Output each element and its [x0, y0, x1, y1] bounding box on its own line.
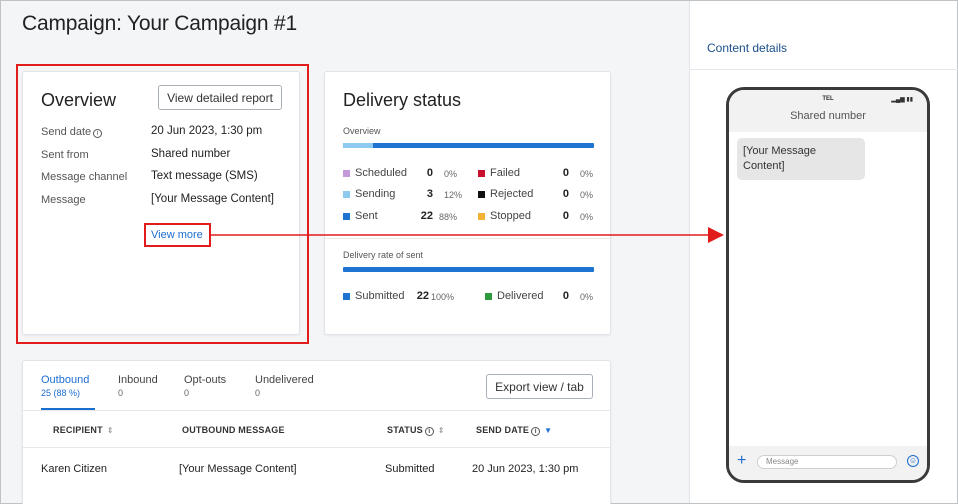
legend-submitted: Submitted [343, 290, 405, 302]
column-outbound-message: OUTBOUND MESSAGE [182, 425, 285, 435]
content-details-title: Content details [707, 41, 788, 55]
sort-icon[interactable]: ⇕ [438, 426, 445, 435]
phone-header: TEL ▂▄▆ ▮▮ Shared number [729, 90, 927, 132]
signal-battery-icon: ▂▄▆ ▮▮ [891, 97, 913, 103]
delivered-pct: 0% [580, 292, 594, 302]
scheduled-swatch [343, 169, 350, 177]
message-cell: [Your Message Content] [179, 463, 297, 475]
sort-desc-icon[interactable]: ▼ [544, 426, 552, 435]
info-icon[interactable]: i [531, 427, 541, 436]
legend-sending: Sending [343, 188, 395, 200]
sending-swatch [343, 190, 350, 198]
delivery-rate-bar [343, 267, 594, 272]
emoji-icon: ☺ [907, 455, 919, 467]
plus-icon: + [737, 452, 747, 469]
failed-count: 0 [562, 167, 569, 179]
divider [325, 238, 610, 239]
rejected-swatch [478, 190, 485, 198]
tab-outbound[interactable]: Outbound 25 (88 %) [41, 374, 89, 398]
content-details-panel: Content details TEL ▂▄▆ ▮▮ Shared number… [689, 1, 958, 503]
scheduled-count: 0 [426, 167, 433, 179]
column-recipient[interactable]: RECIPIENT ⇕ [53, 425, 114, 435]
panel-divider [690, 69, 958, 70]
view-more-highlight-box [144, 223, 211, 247]
scheduled-pct: 0% [444, 169, 458, 179]
tab-inbound[interactable]: Inbound 0 [118, 374, 158, 398]
overview-highlight-box [16, 64, 309, 344]
export-view-button[interactable]: Export view / tab [486, 374, 593, 399]
submitted-pct: 100% [431, 292, 455, 302]
sent-count: 22 [420, 210, 433, 222]
legend-delivered: Delivered [485, 290, 543, 302]
phone-contact-name: Shared number [790, 110, 866, 122]
legend-stopped: Stopped [478, 210, 531, 222]
sending-count: 3 [426, 188, 433, 200]
failed-swatch [478, 169, 485, 177]
delivery-status-card: Delivery status Overview Scheduled 0 0% … [324, 71, 611, 335]
message-bubble: [Your Message Content] [737, 138, 865, 180]
rejected-pct: 0% [580, 190, 594, 200]
tab-opt-outs[interactable]: Opt-outs 0 [184, 374, 226, 398]
legend-rejected: Rejected [478, 188, 533, 200]
stopped-count: 0 [562, 210, 569, 222]
rejected-count: 0 [562, 188, 569, 200]
delivered-swatch [485, 292, 492, 300]
stopped-swatch [478, 212, 485, 220]
sent-pct: 88% [439, 212, 458, 222]
failed-pct: 0% [580, 169, 594, 179]
delivery-status-title: Delivery status [343, 90, 462, 110]
message-input: Message [757, 455, 897, 469]
stopped-pct: 0% [580, 212, 594, 222]
legend-scheduled: Scheduled [343, 167, 407, 179]
submitted-swatch [343, 292, 350, 300]
submitted-count: 22 [416, 290, 429, 302]
sort-icon[interactable]: ⇕ [107, 426, 114, 435]
header-divider [23, 447, 610, 448]
recipient-cell: Karen Citizen [41, 463, 108, 475]
legend-failed: Failed [478, 167, 520, 179]
column-status[interactable]: STATUS i ⇕ [387, 425, 445, 436]
messages-card: Outbound 25 (88 %) Inbound 0 Opt-outs 0 … [22, 360, 611, 504]
sending-progress-segment [343, 143, 374, 148]
tabs-divider [23, 410, 610, 411]
send-date-cell: 20 Jun 2023, 1:30 pm [472, 463, 579, 475]
overview-progress-bar [343, 143, 594, 148]
info-icon[interactable]: i [424, 427, 434, 436]
page-title: Campaign: Your Campaign #1 [22, 12, 297, 35]
status-cell: Submitted [385, 463, 435, 475]
legend-sent: Sent [343, 210, 378, 222]
phone-preview: TEL ▂▄▆ ▮▮ Shared number [Your Message C… [726, 87, 930, 483]
column-send-date[interactable]: SEND DATE i ▼ [476, 425, 552, 436]
overview-progress-label: Overview [343, 126, 381, 136]
delivery-rate-label: Delivery rate of sent [343, 250, 424, 260]
sent-swatch [343, 212, 350, 220]
sending-pct: 12% [444, 190, 463, 200]
tab-undelivered[interactable]: Undelivered 0 [255, 374, 314, 398]
phone-compose-bar: + Message ☺ [729, 446, 927, 480]
delivered-count: 0 [562, 290, 569, 302]
